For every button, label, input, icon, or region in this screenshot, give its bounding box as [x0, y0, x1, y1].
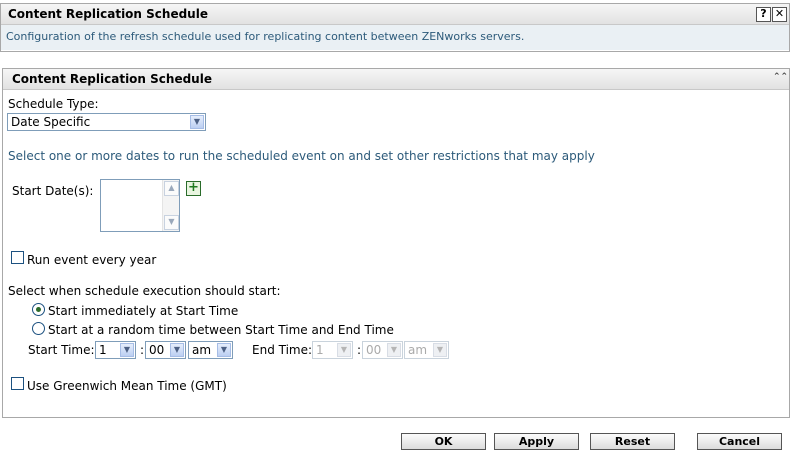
run-every-year-label: Run event every year — [27, 253, 157, 267]
end-ampm-select[interactable]: am ▼ — [404, 341, 449, 359]
run-every-year-checkbox[interactable] — [11, 251, 24, 264]
schedule-type-value: Date Specific — [11, 115, 91, 129]
page-description: Configuration of the refresh schedule us… — [1, 25, 789, 50]
start-ampm-value: am — [192, 343, 212, 357]
scroll-up-icon[interactable]: ▲ — [164, 181, 179, 196]
schedule-panel-header: Content Replication Schedule ⌃⌃ — [3, 69, 789, 90]
chevron-down-icon: ▼ — [433, 343, 447, 357]
chevron-down-icon: ▼ — [337, 343, 351, 357]
start-dates-scrollbar[interactable]: ▲ ▼ — [162, 180, 179, 231]
start-dates-list[interactable]: ▲ ▼ — [100, 179, 180, 232]
ok-button[interactable]: OK — [401, 433, 486, 450]
start-ampm-select[interactable]: am ▼ — [188, 341, 233, 359]
close-button[interactable]: ✕ — [772, 7, 787, 22]
end-time-label: End Time: — [252, 343, 313, 357]
end-minute-select[interactable]: 00 ▼ — [362, 341, 403, 359]
start-hour-value: 1 — [99, 343, 107, 357]
start-time-colon: : — [140, 343, 145, 357]
end-hour-select[interactable]: 1 ▼ — [312, 341, 353, 359]
scroll-down-icon[interactable]: ▼ — [164, 215, 179, 230]
gmt-checkbox[interactable] — [11, 377, 24, 390]
gmt-label: Use Greenwich Mean Time (GMT) — [27, 379, 227, 393]
radio-start-immediately-label: Start immediately at Start Time — [48, 304, 239, 318]
description-panel-header: Content Replication Schedule ? ✕ — [1, 4, 789, 25]
start-hour-select[interactable]: 1 ▼ — [95, 341, 136, 359]
execution-label: Select when schedule execution should st… — [8, 284, 281, 298]
cancel-button[interactable]: Cancel — [697, 433, 782, 450]
start-minute-value: 00 — [149, 343, 165, 357]
instructions-text: Select one or more dates to run the sche… — [8, 149, 595, 163]
chevron-down-icon: ▼ — [170, 343, 184, 357]
start-dates-label: Start Date(s): — [12, 184, 94, 198]
add-date-icon[interactable]: + — [186, 181, 201, 196]
end-hour-value: 1 — [316, 343, 324, 357]
radio-start-random-label: Start at a random time between Start Tim… — [48, 323, 394, 337]
radio-start-immediately[interactable] — [32, 303, 45, 316]
help-button[interactable]: ? — [756, 7, 771, 22]
reset-button[interactable]: Reset — [590, 433, 675, 450]
schedule-type-label: Schedule Type: — [8, 97, 99, 111]
schedule-panel-title: Content Replication Schedule — [12, 72, 212, 86]
chevron-down-icon: ▼ — [217, 343, 231, 357]
end-time-colon: : — [357, 343, 362, 357]
collapse-icon[interactable]: ⌃⌃ — [773, 72, 788, 83]
description-panel: Content Replication Schedule ? ✕ Configu… — [0, 3, 790, 52]
end-minute-value: 00 — [366, 343, 382, 357]
radio-start-random[interactable] — [32, 322, 45, 335]
page-title: Content Replication Schedule — [8, 7, 208, 21]
apply-button[interactable]: Apply — [494, 433, 579, 450]
chevron-down-icon: ▼ — [120, 343, 134, 357]
chevron-down-icon: ▼ — [387, 343, 401, 357]
schedule-type-select[interactable]: Date Specific ▼ — [7, 113, 206, 131]
start-minute-select[interactable]: 00 ▼ — [145, 341, 186, 359]
start-time-label: Start Time: — [28, 343, 95, 357]
end-ampm-value: am — [408, 343, 428, 357]
chevron-down-icon: ▼ — [190, 115, 204, 129]
